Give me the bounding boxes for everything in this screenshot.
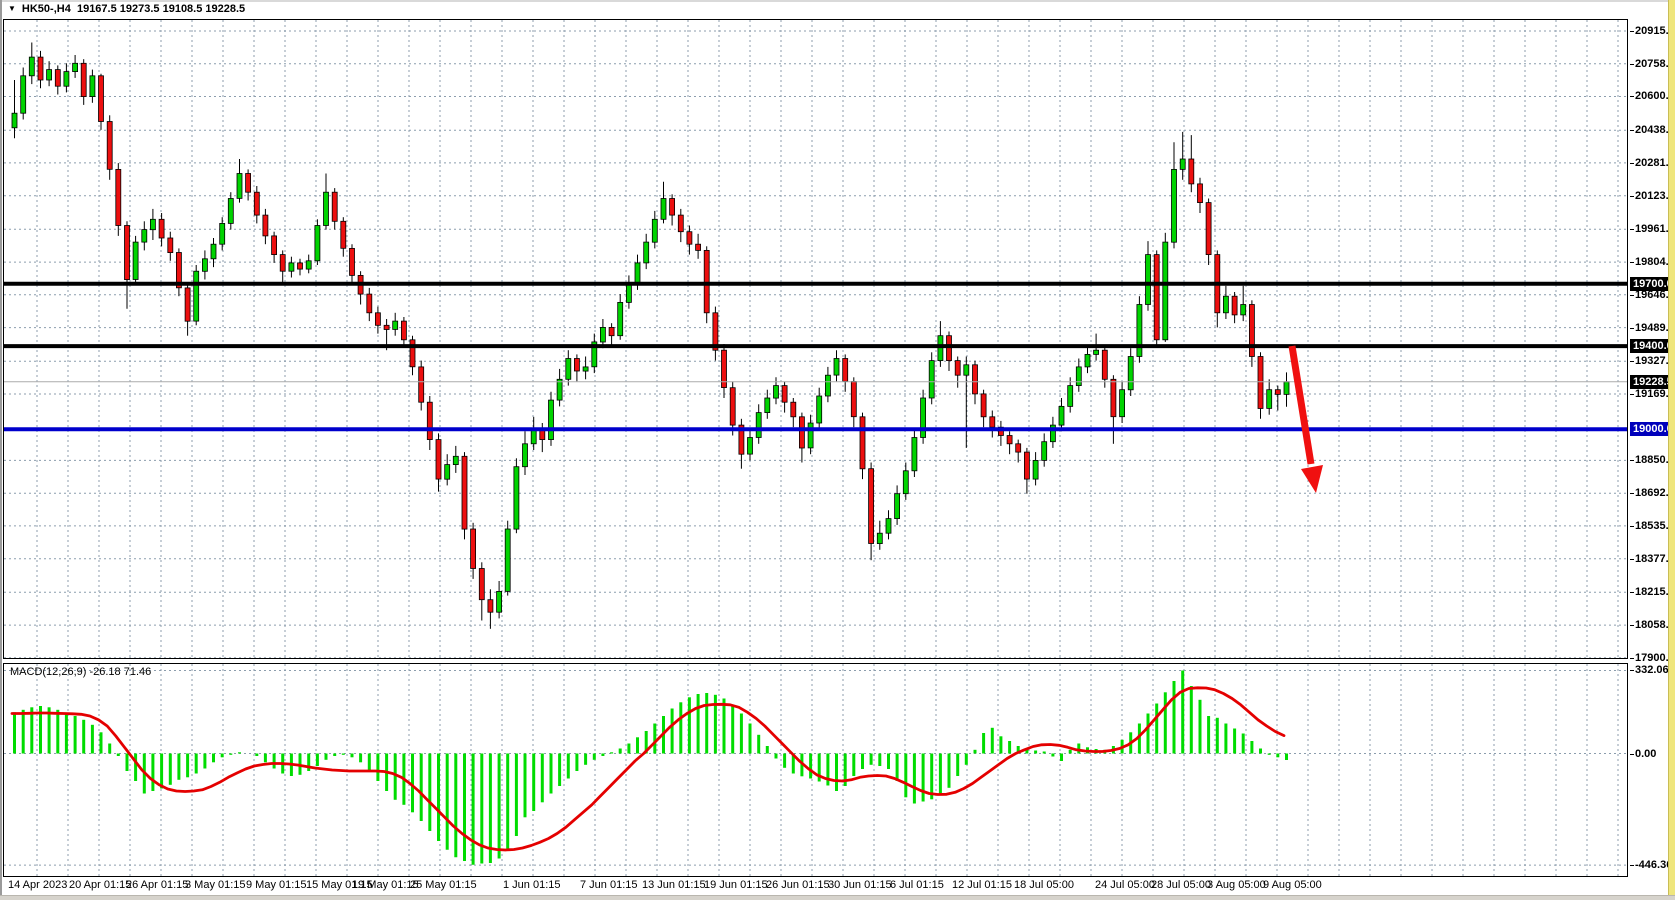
date-tick-label: 24 Jul 05:00 [1095,879,1155,891]
macd-indicator-panel[interactable]: MACD(12,26,9) -26.18 71.46 [3,663,1628,877]
macd-histogram [15,671,1287,865]
window-left-edge [0,0,2,900]
date-tick-label: 19 Jun 01:15 [704,879,768,891]
date-tick-label: 20 Apr 01:15 [69,879,131,891]
date-tick-label: 7 Jun 01:15 [580,879,638,891]
macd-tick-label: 0.00 [1635,748,1656,760]
mt4-chart-window: ▼ HK50-,H4 19167.5 19273.5 19108.5 19228.… [0,0,1675,900]
window-bottom-edge [0,895,1675,900]
date-tick-label: 30 Jun 01:15 [828,879,892,891]
date-tick-label: 14 Apr 2023 [8,879,67,891]
symbol-info-bar: ▼ HK50-,H4 19167.5 19273.5 19108.5 19228.… [8,3,245,18]
date-tick-label: 26 Jun 01:15 [766,879,830,891]
date-tick-label: 3 Aug 05:00 [1207,879,1266,891]
date-tick-label: 12 Jul 01:15 [952,879,1012,891]
price-chart-canvas[interactable] [4,20,1627,658]
chart-border-strip [1668,0,1675,900]
date-tick-label: 25 May 01:15 [410,879,477,891]
grid [4,664,1627,876]
date-tick-label: 9 Aug 05:00 [1263,879,1322,891]
macd-tick-label: -446.36 [1635,859,1672,871]
date-tick-label: 1 Jun 01:15 [503,879,561,891]
macd-tick-label: 332.06 [1635,664,1669,676]
window-top-edge [0,0,1675,2]
ohlc-readout: 19167.5 19273.5 19108.5 19228.5 [77,3,245,15]
symbol-dropdown-icon[interactable]: ▼ [8,4,16,13]
down-arrow-annotation[interactable] [1292,346,1323,493]
date-tick-label: 19 May 01:15 [352,879,419,891]
date-tick-label: 28 Jul 05:00 [1151,879,1211,891]
symbol-timeframe-label: HK50-,H4 [22,3,71,15]
date-tick-label: 6 Jul 01:15 [890,879,944,891]
date-tick-label: 26 Apr 01:15 [126,879,188,891]
macd-signal-line [12,688,1284,850]
macd-indicator-label: MACD(12,26,9) -26.18 71.46 [10,666,151,678]
macd-canvas[interactable] [4,664,1627,876]
date-tick-label: 9 May 01:15 [246,879,307,891]
price-chart-panel[interactable] [3,19,1628,659]
date-axis[interactable]: 14 Apr 202320 Apr 01:1526 Apr 01:153 May… [3,878,1629,894]
grid [4,20,1627,658]
date-tick-label: 18 Jul 05:00 [1014,879,1074,891]
date-tick-label: 3 May 01:15 [185,879,246,891]
date-tick-label: 13 Jun 01:15 [642,879,706,891]
